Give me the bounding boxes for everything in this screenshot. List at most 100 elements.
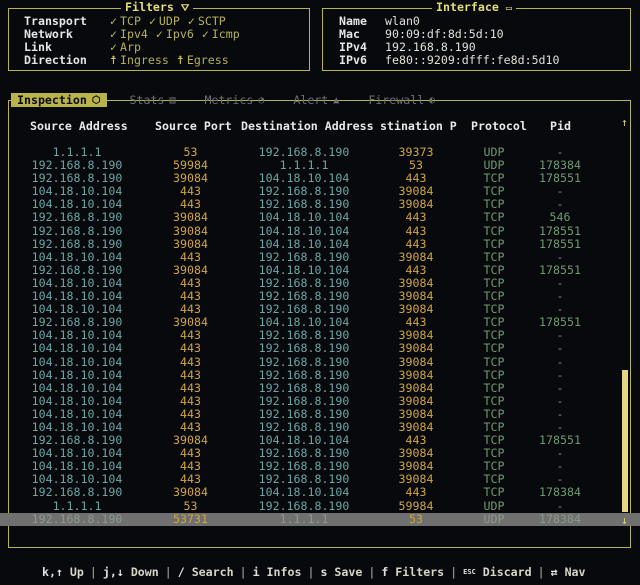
- table-cell: 192.168.8.190: [31, 158, 123, 173]
- table-row[interactable]: 104.18.10.104 443 192.168.8.190 39084 TCP -: [0, 368, 640, 382]
- help-action: Up: [62, 565, 84, 579]
- table-row[interactable]: 192.168.8.190 39084 104.18.10.104 443 TCP 546: [0, 211, 640, 224]
- tab-firewall[interactable]: Firewall ◐: [362, 93, 441, 107]
- help-action: Save: [327, 565, 363, 579]
- col-protocol[interactable]: Protocol: [471, 120, 527, 133]
- table-row[interactable]: 104.18.10.104 443 192.168.8.190 39084 TCP -: [0, 250, 640, 264]
- tab-label: Metrics: [204, 92, 254, 107]
- tab-metrics[interactable]: Metrics ◔: [198, 93, 270, 107]
- table-cell: 1.1.1.1: [52, 498, 102, 513]
- table-row[interactable]: 104.18.10.104 443 192.168.8.190 39084 TCP -: [0, 394, 640, 408]
- table-cell: 53731: [173, 511, 208, 526]
- tab-label: Inspection: [17, 92, 87, 107]
- interface-label: IPv6: [339, 53, 367, 67]
- table-cell: TCP: [483, 289, 505, 304]
- table-cell: TCP: [483, 341, 505, 356]
- table-cell: 104.18.10.104: [258, 210, 350, 225]
- table-cell: 39084: [173, 262, 208, 277]
- help-separator: |: [537, 565, 545, 579]
- table-cell: 104.18.10.104: [31, 341, 123, 356]
- help-item-nav: ⇄ Nav: [551, 566, 586, 579]
- help-action: Down: [123, 565, 159, 579]
- table-cell: 1.1.1.1: [279, 158, 329, 173]
- table-row[interactable]: 1.1.1.1 53 192.168.8.190 59984 UDP -: [0, 498, 640, 513]
- table-cell: 192.168.8.190: [31, 262, 123, 277]
- table-cell: 104.18.10.104: [31, 289, 123, 304]
- help-separator: |: [89, 565, 97, 579]
- scroll-down-arrow-icon[interactable]: ↓: [621, 514, 628, 527]
- help-action: Discard: [475, 565, 532, 579]
- col-source-port[interactable]: Source Port: [155, 120, 232, 133]
- table-header: Source Address Source Port Destination A…: [0, 120, 640, 134]
- table-cell: 59984: [173, 158, 208, 173]
- table-row[interactable]: 192.168.8.190 53731 1.1.1.1 53 UDP 178384: [0, 511, 640, 526]
- help-key: ESC: [463, 568, 476, 576]
- table-cell: UDP: [483, 498, 505, 513]
- table-cell: TCP: [483, 406, 505, 421]
- table-cell: TCP: [483, 380, 505, 395]
- table-cell: -: [556, 459, 564, 474]
- col-source-address[interactable]: Source Address: [30, 120, 128, 133]
- help-key: /: [177, 565, 185, 579]
- help-separator: |: [239, 565, 247, 579]
- check-icon: ✓: [155, 27, 163, 41]
- table-row[interactable]: 104.18.10.104 443 192.168.8.190 39084 TCP -: [0, 380, 640, 395]
- help-item-up: k,↑ Up: [42, 566, 84, 579]
- filter-label: Direction: [24, 53, 87, 67]
- table-row[interactable]: 192.168.8.190 39084 104.18.10.104 443 TCP 178…: [0, 224, 640, 238]
- tab-alert[interactable]: Alert ▲: [287, 93, 345, 107]
- table-cell: -: [556, 380, 564, 395]
- table-cell: 39084: [398, 328, 434, 343]
- tab-inspection[interactable]: Inspection ⬡: [11, 93, 107, 107]
- table-cell: 178551: [539, 236, 581, 251]
- table-cell: TCP: [483, 446, 505, 461]
- col-destination-port[interactable]: stination Po: [380, 120, 457, 133]
- tab-stats[interactable]: Stats ▥: [124, 93, 182, 107]
- filter-egress[interactable]: ☨ Egress: [177, 54, 229, 67]
- table-row[interactable]: 192.168.8.190 39084 104.18.10.104 443 TCP 178…: [0, 236, 640, 251]
- table-row[interactable]: 104.18.10.104 443 192.168.8.190 39084 TCP -: [0, 406, 640, 421]
- table-row[interactable]: 192.168.8.190 39084 104.18.10.104 443 TCP 178…: [0, 262, 640, 277]
- filter-icmp[interactable]: ✓ Icmp: [202, 28, 240, 41]
- help-action: Filters: [388, 565, 445, 579]
- table-cell: 39084: [398, 197, 434, 212]
- table-cell: 53: [409, 511, 423, 526]
- table-cell: 104.18.10.104: [258, 262, 350, 277]
- col-pid[interactable]: Pid: [550, 120, 571, 133]
- table-cell: 104.18.10.104: [258, 433, 350, 448]
- table-cell: 192.168.8.190: [258, 328, 350, 343]
- table-row[interactable]: 192.168.8.190 39084 104.18.10.104 443 TCP 178…: [0, 486, 640, 499]
- table-cell: TCP: [483, 433, 505, 448]
- table-cell: 443: [180, 472, 201, 487]
- table-cell: 104.18.10.104: [31, 328, 123, 343]
- table-cell: 192.168.8.190: [258, 197, 350, 212]
- table-cell: 178384: [539, 158, 581, 173]
- table-cell: 443: [180, 341, 201, 356]
- table-cell: 443: [180, 184, 201, 199]
- scrollbar-thumb[interactable]: [622, 370, 628, 512]
- tab-label: Alert: [293, 92, 329, 107]
- table-cell: 39084: [398, 275, 434, 290]
- filter-ingress[interactable]: ☨ Ingress: [110, 54, 169, 67]
- filter-ipv6[interactable]: ✓ Ipv6: [156, 28, 194, 41]
- table-cell: -: [556, 419, 564, 434]
- help-action: Nav: [557, 565, 586, 579]
- funnel-x-icon: ⛛: [180, 3, 190, 14]
- filter-item-label: Ingress: [119, 53, 169, 67]
- col-destination-address[interactable]: Destination Address: [241, 120, 374, 133]
- packet-table[interactable]: 1.1.1.1 53 192.168.8.190 39373 UDP - 192.168.8…: [0, 146, 640, 526]
- scroll-up-arrow-icon[interactable]: ↑: [621, 116, 628, 129]
- table-cell: 1.1.1.1: [52, 145, 102, 159]
- interface-value: fe80::9209:dfff:fe8d:5d10: [385, 53, 560, 67]
- table-row[interactable]: 104.18.10.104 443 192.168.8.190 39084 TCP -: [0, 342, 640, 355]
- table-cell: 443: [405, 433, 427, 448]
- table-cell: -: [556, 341, 564, 356]
- table-cell: 104.18.10.104: [31, 459, 123, 474]
- table-cell: 192.168.8.190: [258, 472, 350, 487]
- table-cell: 39084: [398, 472, 434, 487]
- table-cell: 178384: [539, 485, 581, 500]
- table-cell: 39373: [398, 145, 434, 159]
- table-row[interactable]: 104.18.10.104 443 192.168.8.190 39084 TCP -: [0, 355, 640, 369]
- help-action: Search: [184, 565, 234, 579]
- table-cell: 104.18.10.104: [258, 236, 350, 251]
